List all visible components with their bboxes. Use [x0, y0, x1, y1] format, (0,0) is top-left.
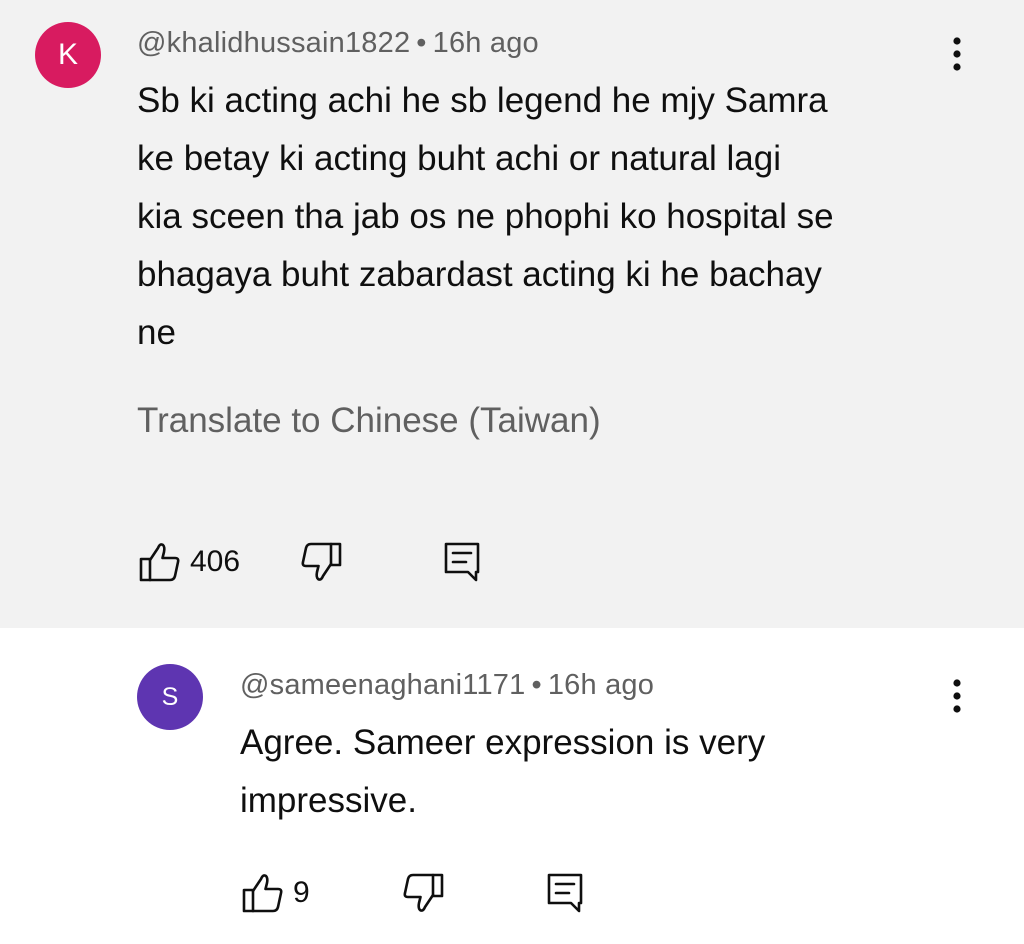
avatar[interactable]: S: [137, 664, 203, 730]
thumb-up-icon: [138, 540, 182, 584]
more-vert-icon[interactable]: [942, 672, 972, 720]
comment-text-line: bhagaya buht zabardast acting ki he bach…: [137, 255, 822, 294]
reply-comment-icon: [442, 540, 482, 584]
comment-text-line: ne: [137, 313, 176, 352]
comment-text-line: impressive.: [240, 781, 417, 820]
avatar[interactable]: K: [35, 22, 101, 88]
dislike-button[interactable]: [401, 871, 445, 915]
comment-text-line: kia sceen tha jab os ne phophi ko hospit…: [137, 197, 834, 236]
meta-separator: •: [416, 27, 427, 59]
comment-meta: @sameenaghani1171 • 16h ago: [240, 669, 654, 702]
comment-text: Agree. Sameer expression is very impress…: [240, 714, 880, 830]
like-count: 9: [293, 876, 310, 909]
dislike-button[interactable]: [299, 540, 343, 584]
comment-author-handle[interactable]: @sameenaghani1171: [240, 669, 525, 701]
comment-meta: @khalidhussain1822 • 16h ago: [137, 27, 539, 60]
like-button[interactable]: 9: [241, 871, 310, 915]
comment-timestamp[interactable]: 16h ago: [548, 669, 654, 701]
reply-button[interactable]: [442, 540, 482, 584]
thumb-up-icon: [241, 871, 285, 915]
comment-text-line: Agree. Sameer expression is very: [240, 723, 766, 762]
comment-text: Sb ki acting achi he sb legend he mjy Sa…: [137, 72, 957, 362]
thumb-down-icon: [401, 871, 445, 915]
meta-separator: •: [531, 669, 542, 701]
like-button[interactable]: 406: [138, 540, 240, 584]
comment-timestamp[interactable]: 16h ago: [433, 27, 539, 59]
like-count: 406: [190, 545, 241, 578]
comment-author-handle[interactable]: @khalidhussain1822: [137, 27, 410, 59]
more-vert-icon[interactable]: [942, 30, 972, 78]
thumb-down-icon: [299, 540, 343, 584]
reply-comment-icon: [545, 871, 585, 915]
translate-button[interactable]: Translate to Chinese (Taiwan): [137, 401, 601, 441]
comment-text-line: ke betay ki acting buht achi or natural …: [137, 139, 781, 178]
reply-button[interactable]: [545, 871, 585, 915]
comment-text-line: Sb ki acting achi he sb legend he mjy Sa…: [137, 81, 828, 120]
